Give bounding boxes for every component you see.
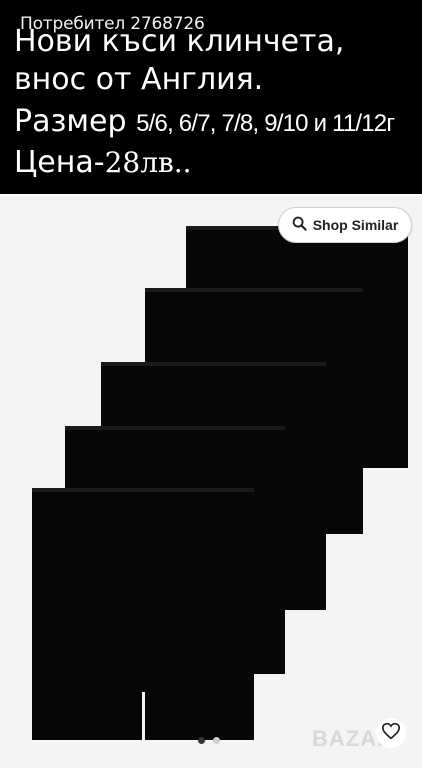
price-value: 28лв.. — [104, 146, 192, 179]
listing-header: Потребител 2768726 Нови къси клинчета, в… — [0, 0, 422, 194]
size-values: 5/6, 6/7, 7/8, 9/10 и 11/12г — [136, 110, 395, 137]
shorts-item — [32, 488, 254, 740]
title-line-1: Нови къси клинчета, — [14, 24, 345, 59]
shop-similar-button[interactable]: Shop Similar — [278, 207, 412, 243]
heart-icon — [381, 722, 401, 744]
size-label: Размер — [14, 104, 127, 139]
carousel-dot[interactable] — [198, 737, 205, 744]
size-line: Размер 5/6, 6/7, 7/8, 9/10 и 11/12г — [14, 104, 395, 142]
carousel-indicator[interactable] — [198, 737, 220, 744]
price-label: Цена- — [14, 145, 105, 180]
shop-similar-label: Shop Similar — [312, 217, 399, 233]
product-photo[interactable] — [0, 196, 422, 768]
carousel-dot[interactable] — [213, 737, 220, 744]
title-line-2: внос от Англия. — [14, 62, 264, 97]
price-line: Цена-28лв.. — [14, 145, 192, 181]
favorite-button[interactable] — [376, 718, 406, 748]
search-icon — [292, 216, 307, 234]
